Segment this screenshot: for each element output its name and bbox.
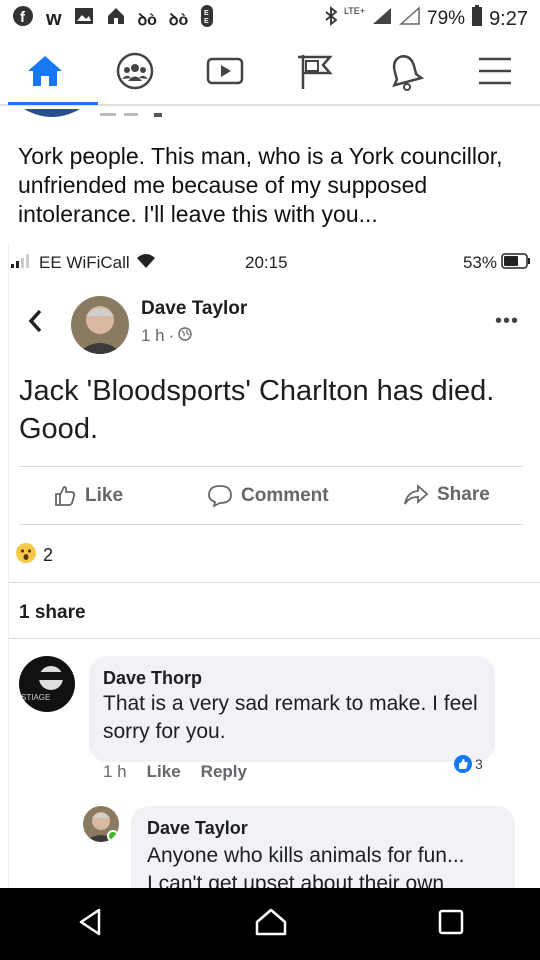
notification-icons: f w ꝺò ꝺò EE [12, 4, 214, 34]
gallery-icon [74, 7, 94, 31]
battery-icon [471, 5, 483, 33]
wifi-icon [136, 253, 156, 274]
pages-icon[interactable] [287, 43, 343, 99]
divider [19, 466, 523, 467]
back-button[interactable] [27, 308, 43, 342]
battery-percent: 79% [427, 8, 466, 29]
home-app-icon [106, 6, 126, 32]
share-button[interactable]: Share [403, 484, 490, 506]
globe-icon [178, 326, 193, 346]
post-time: 1 h [141, 326, 165, 345]
comment-like-button[interactable]: Like [147, 762, 181, 782]
like-button[interactable]: Like [53, 484, 123, 508]
comment-time: 1 h [103, 762, 127, 781]
mail-icon: EE [200, 4, 214, 34]
svg-text:E: E [204, 18, 209, 25]
comment-likes[interactable]: 3 [453, 754, 483, 774]
comment-author[interactable]: Dave Thorp [103, 668, 202, 689]
status-bar: f w ꝺò ꝺò EE LTE+ 79% 9:27 [0, 0, 540, 38]
post-text: Jack 'Bloodsports' Charlton has died. Go… [19, 375, 495, 445]
divider [9, 582, 540, 583]
more-options-icon[interactable]: ••• [495, 310, 519, 333]
watch-icon[interactable] [197, 43, 253, 99]
divider [19, 524, 523, 525]
like-label: Like [85, 485, 124, 506]
clock: 9:27 [489, 7, 528, 30]
reply-text-cutoff: I can't get upset about their own [147, 872, 445, 888]
reactions-summary[interactable]: 2 [15, 542, 53, 569]
signal-bars-icon [11, 253, 33, 273]
svg-text:STIAGE: STIAGE [21, 693, 50, 702]
meta-dot: · [168, 326, 175, 345]
post-author[interactable]: Dave Taylor [141, 298, 247, 320]
home-outline-icon[interactable] [254, 907, 288, 942]
comment-text: That is a very sad remark to make. I fee… [103, 692, 478, 743]
embedded-battery-icon [501, 252, 531, 274]
menu-icon[interactable] [467, 43, 523, 99]
embedded-battery-percent: 53% [462, 253, 497, 272]
bell-icon[interactable] [377, 43, 433, 99]
w-icon: w [46, 7, 62, 30]
reply-text: Anyone who kills animals for fun... [147, 844, 465, 867]
reaction-count: 2 [43, 545, 54, 565]
wow-reaction-icon [15, 542, 37, 569]
comment-like-count: 3 [475, 756, 483, 772]
app-icon: ꝺò [137, 12, 157, 29]
home-icon[interactable] [17, 43, 73, 99]
cropped-previous-post [20, 108, 180, 120]
app-icon: ꝺò [168, 12, 189, 29]
comment-actions: 1 h Like Reply [103, 762, 247, 782]
comment-reply-button[interactable]: Reply [201, 762, 247, 782]
embedded-screenshot: EE WiFiCall 20:15 53% Dave Taylor 1 h · … [8, 244, 540, 902]
commenter-avatar[interactable]: STIAGE [19, 656, 75, 712]
back-triangle-icon[interactable] [75, 907, 105, 942]
carrier-label: EE WiFiCall [39, 253, 130, 272]
lte-label: LTE+ [343, 6, 366, 16]
reply-avatar[interactable] [83, 806, 119, 842]
bluetooth-icon [324, 6, 338, 32]
comment-label: Comment [241, 485, 329, 506]
signal-icon [371, 6, 393, 32]
facebook-nav [0, 38, 540, 104]
share-count[interactable]: 1 share [19, 602, 86, 624]
embedded-status-bar: EE WiFiCall 20:15 53% [9, 244, 540, 282]
svg-text:E: E [204, 10, 209, 17]
recents-icon[interactable] [437, 908, 465, 941]
post-meta: 1 h · [141, 326, 193, 346]
embedded-clock: 20:15 [245, 253, 288, 272]
share-label: Share [437, 484, 490, 505]
intro-text: York people. This man, who is a York cou… [18, 143, 503, 227]
active-tab-indicator [8, 102, 98, 105]
android-nav-bar [0, 888, 540, 960]
signal-outline-icon [399, 6, 421, 32]
divider [9, 638, 540, 639]
comment-button[interactable]: Comment [207, 484, 329, 508]
avatar[interactable] [71, 296, 129, 354]
reply-author[interactable]: Dave Taylor [147, 818, 248, 839]
groups-icon[interactable] [107, 43, 163, 99]
facebook-icon: f [12, 5, 34, 33]
system-icons: LTE+ 79% 9:27 [324, 5, 528, 33]
